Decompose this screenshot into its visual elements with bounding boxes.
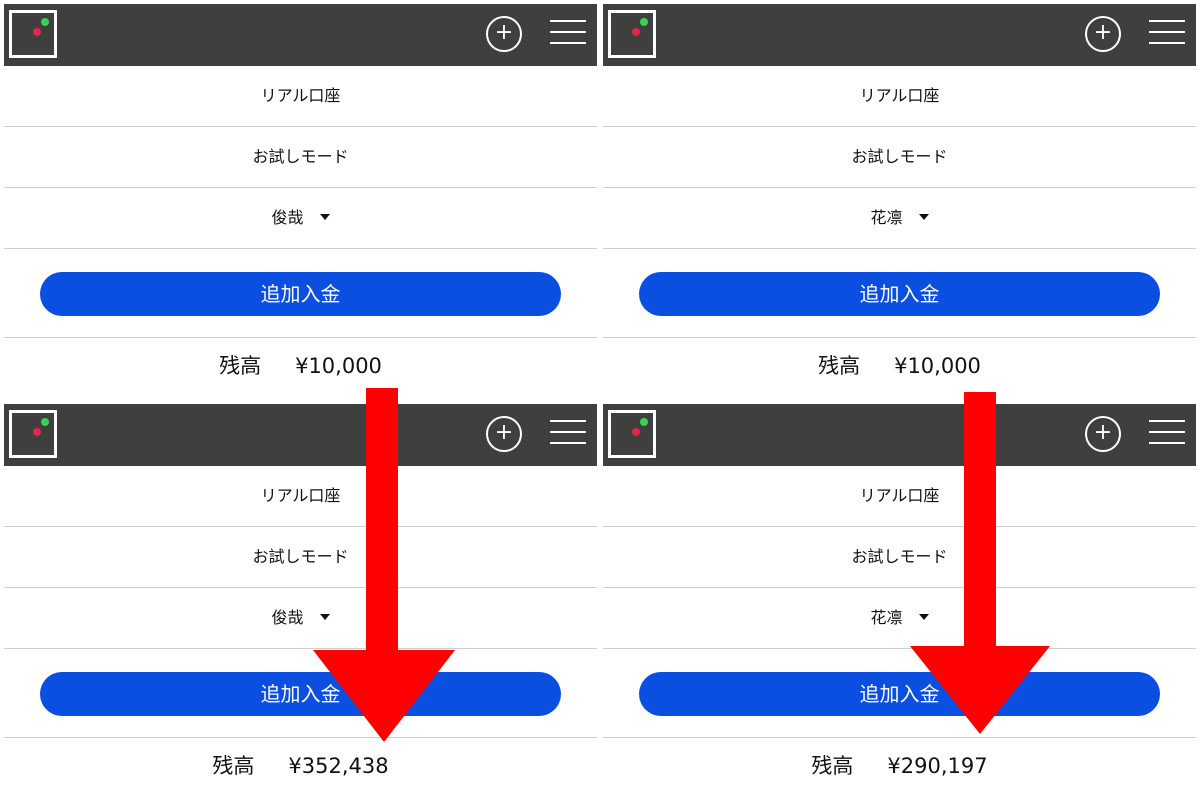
user-name: 俊哉: [271, 208, 304, 227]
additional-deposit-button[interactable]: 追加入金: [40, 672, 561, 716]
divider: [4, 337, 597, 338]
app-header: +: [603, 4, 1196, 66]
balance-display: 残高 ¥352,438: [4, 752, 597, 780]
hamburger-menu-icon[interactable]: [550, 418, 586, 448]
user-selector[interactable]: 俊哉: [4, 188, 597, 249]
menu-item-real-account[interactable]: リアル口座: [4, 66, 597, 127]
red-down-arrow-icon: [313, 388, 455, 742]
logo-red-dot: [33, 428, 41, 436]
logo-green-dot: [640, 418, 648, 426]
screenshot-panel-bottom-right: + リアル口座 お試しモード 花凛 追加入金 残高 ¥290,197: [603, 404, 1196, 800]
divider: [603, 737, 1196, 738]
logo-green-dot: [640, 18, 648, 26]
app-logo-icon[interactable]: [608, 410, 656, 458]
caret-down-icon: [918, 213, 929, 220]
logo-green-dot: [41, 418, 49, 426]
user-selector[interactable]: 俊哉: [4, 588, 597, 649]
app-header: +: [4, 404, 597, 466]
screenshot-panel-top-left: + リアル口座 お試しモード 俊哉 追加入金 残高 ¥10,000: [4, 4, 597, 402]
user-name: 俊哉: [271, 608, 304, 627]
user-selector[interactable]: 花凛: [603, 188, 1196, 249]
balance-display: 残高 ¥290,197: [603, 752, 1196, 780]
divider: [4, 737, 597, 738]
balance-display: 残高 ¥10,000: [4, 352, 597, 380]
add-button[interactable]: +: [486, 416, 522, 452]
caret-down-icon: [319, 213, 330, 220]
user-name: 花凛: [870, 208, 903, 227]
logo-green-dot: [41, 18, 49, 26]
balance-label: 残高: [212, 754, 255, 778]
menu-item-real-account[interactable]: リアル口座: [603, 66, 1196, 127]
screenshot-panel-top-right: + リアル口座 お試しモード 花凛 追加入金 残高 ¥10,000: [603, 4, 1196, 402]
red-down-arrow-icon: [910, 392, 1050, 734]
add-button[interactable]: +: [486, 16, 522, 52]
app-logo-icon[interactable]: [9, 410, 57, 458]
app-logo-icon[interactable]: [9, 10, 57, 58]
balance-value: ¥290,197: [887, 754, 988, 778]
hamburger-menu-icon[interactable]: [1149, 418, 1185, 448]
additional-deposit-button[interactable]: 追加入金: [40, 272, 561, 316]
add-button[interactable]: +: [1085, 16, 1121, 52]
menu-item-real-account[interactable]: リアル口座: [4, 466, 597, 527]
app-header: +: [603, 404, 1196, 466]
balance-value: ¥10,000: [894, 354, 981, 378]
add-button[interactable]: +: [1085, 416, 1121, 452]
additional-deposit-button[interactable]: 追加入金: [639, 672, 1160, 716]
hamburger-menu-icon[interactable]: [1149, 18, 1185, 48]
menu-item-real-account[interactable]: リアル口座: [603, 466, 1196, 527]
balance-label: 残高: [818, 354, 861, 378]
logo-red-dot: [33, 28, 41, 36]
balance-value: ¥352,438: [288, 754, 389, 778]
user-name: 花凛: [870, 608, 903, 627]
menu-item-trial-mode[interactable]: お試しモード: [603, 527, 1196, 588]
app-header: +: [4, 4, 597, 66]
app-logo-icon[interactable]: [608, 10, 656, 58]
menu-item-trial-mode[interactable]: お試しモード: [4, 127, 597, 188]
user-selector[interactable]: 花凛: [603, 588, 1196, 649]
balance-label: 残高: [811, 754, 854, 778]
hamburger-menu-icon[interactable]: [550, 18, 586, 48]
logo-red-dot: [632, 28, 640, 36]
menu-item-trial-mode[interactable]: お試しモード: [4, 527, 597, 588]
balance-value: ¥10,000: [295, 354, 382, 378]
balance-label: 残高: [219, 354, 262, 378]
additional-deposit-button[interactable]: 追加入金: [639, 272, 1160, 316]
logo-red-dot: [632, 428, 640, 436]
menu-item-trial-mode[interactable]: お試しモード: [603, 127, 1196, 188]
balance-display: 残高 ¥10,000: [603, 352, 1196, 380]
divider: [603, 337, 1196, 338]
screenshot-panel-bottom-left: + リアル口座 お試しモード 俊哉 追加入金 残高 ¥352,438: [4, 404, 597, 800]
